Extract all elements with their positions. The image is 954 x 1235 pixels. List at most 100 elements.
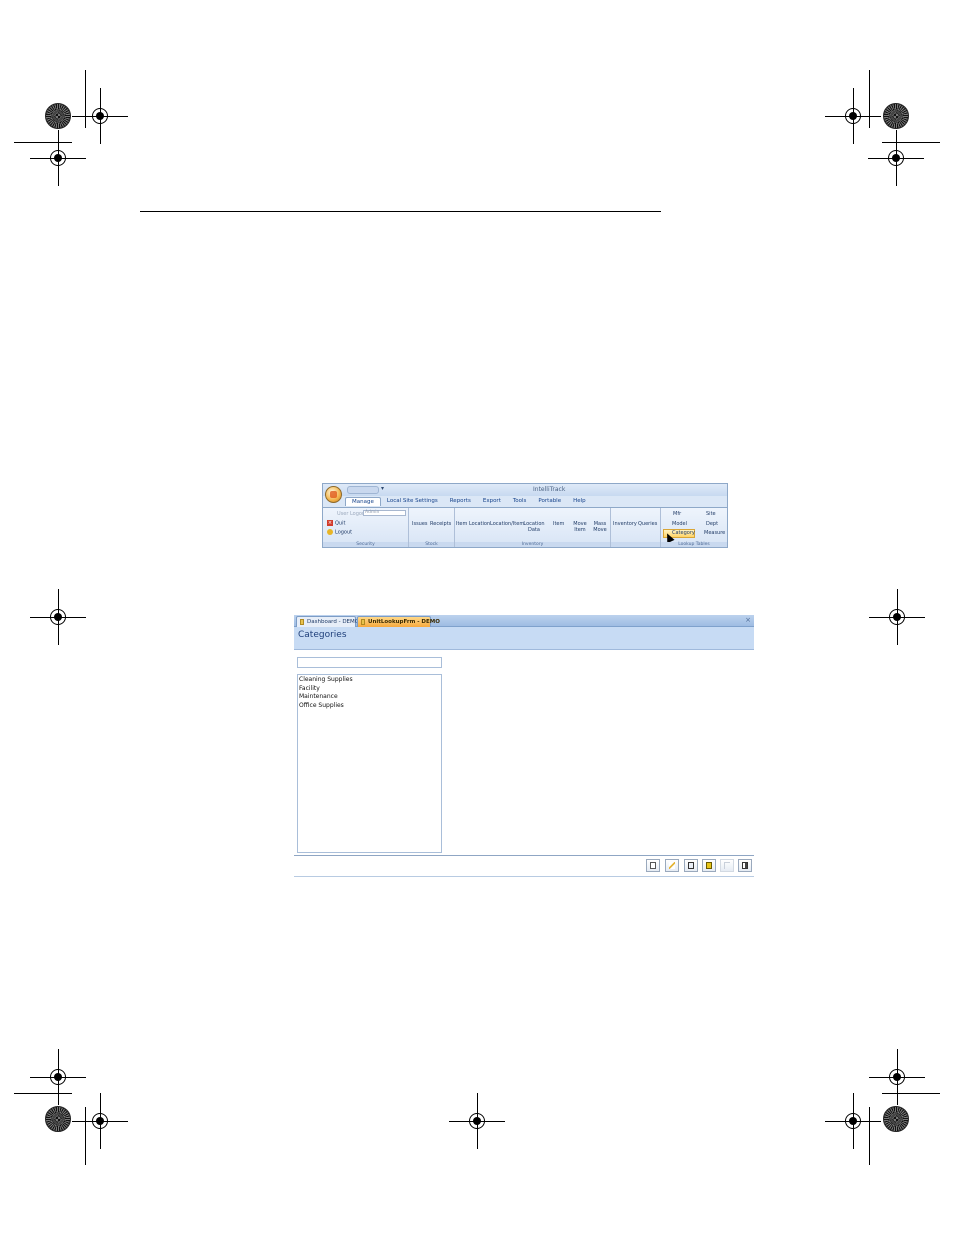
page-title: Categories (298, 630, 347, 640)
category-list[interactable]: Cleaning Supplies Facility Maintenance O… (297, 674, 442, 853)
ribbon-tabs: Manage Local Site Settings Reports Expor… (345, 497, 592, 506)
office-button[interactable] (325, 486, 342, 503)
save-button[interactable] (684, 859, 698, 872)
crop-mark (85, 70, 86, 128)
list-item[interactable]: Facility (299, 685, 440, 694)
list-item[interactable]: Office Supplies (299, 702, 440, 711)
registration-mark (30, 130, 86, 186)
exit-button[interactable] (738, 859, 752, 872)
model-button[interactable]: Model (672, 521, 687, 527)
dept-button[interactable]: Dept (706, 521, 718, 527)
queries-group: Inventory Queries (611, 508, 661, 547)
delete-button[interactable] (702, 859, 716, 872)
crop-mark (85, 1107, 86, 1165)
search-input[interactable] (297, 657, 442, 668)
location-item-button[interactable]: Location/Item (490, 521, 524, 527)
color-bar-mark (45, 103, 71, 129)
tab-label: Dashboard - DEMO (307, 619, 360, 625)
queries-button[interactable]: Queries (638, 521, 657, 527)
quit-button[interactable]: × Quit (327, 520, 345, 527)
group-label-blank (611, 542, 660, 547)
item-location-button[interactable]: Item Location (456, 521, 490, 527)
registration-mark (72, 88, 128, 144)
color-bar-mark (883, 1106, 909, 1132)
tab-manage[interactable]: Manage (345, 497, 381, 506)
form-footer (294, 855, 754, 877)
quit-icon: × (327, 520, 333, 526)
site-button[interactable]: Site (706, 511, 716, 517)
header-rule (140, 211, 661, 212)
color-bar-mark (883, 103, 909, 129)
list-item[interactable]: Maintenance (299, 693, 440, 702)
registration-mark (72, 1093, 128, 1149)
save-icon (688, 862, 694, 869)
app-title: IntelliTrack (533, 486, 566, 493)
logout-button[interactable]: Logout (327, 529, 352, 536)
inventory-button[interactable]: Inventory (613, 521, 637, 527)
registration-mark (825, 1093, 881, 1149)
tab-unitlookupfrm[interactable]: UnitLookupFrm - DEMO (357, 616, 440, 627)
new-record-icon (650, 862, 656, 869)
inventory-group: Item Location Location/Item Location Dat… (455, 508, 611, 547)
categories-window: Dashboard - DEMO UnitLookupFrm - DEMO × … (294, 615, 754, 877)
tab-portable[interactable]: Portable (532, 497, 567, 506)
category-button[interactable]: Category (672, 530, 695, 536)
location-data-button[interactable]: Location Data (523, 521, 545, 533)
move-item-button[interactable]: Move Item (573, 521, 587, 533)
quick-access-toolbar[interactable] (347, 486, 379, 494)
ribbon-titlebar: IntelliTrack ▾ (323, 484, 727, 496)
lookup-tables-group: Mfr Site Model Dept Category Measure Loo… (661, 508, 727, 547)
edit-button[interactable] (665, 859, 679, 872)
form-icon (300, 619, 304, 625)
ribbon-screenshot: IntelliTrack ▾ Manage Local Site Setting… (322, 483, 728, 548)
mass-move-button[interactable]: Mass Move (592, 521, 608, 533)
crop-mark (14, 142, 72, 143)
exit-icon (742, 862, 748, 869)
registration-mark (868, 130, 924, 186)
tab-local-site-settings[interactable]: Local Site Settings (381, 497, 444, 506)
measure-button[interactable]: Measure (704, 530, 725, 536)
crop-mark (869, 70, 870, 128)
user-logon-label: User Logon (337, 511, 366, 517)
security-group: User Logon Admin × Quit Logout Security (323, 508, 409, 547)
registration-mark (30, 1049, 86, 1105)
registration-mark (825, 88, 881, 144)
tab-reports[interactable]: Reports (444, 497, 477, 506)
form-icon (361, 619, 365, 625)
crop-mark (869, 1107, 870, 1165)
delete-icon (706, 862, 712, 869)
list-item[interactable]: Cleaning Supplies (299, 676, 440, 685)
group-label: Lookup Tables (661, 542, 727, 547)
issues-button[interactable]: Issues (412, 521, 428, 527)
crop-mark (14, 1093, 72, 1094)
undo-icon (724, 862, 730, 869)
group-label: Security (323, 542, 408, 547)
registration-mark (449, 1093, 505, 1149)
undo-button[interactable] (720, 859, 734, 872)
new-record-button[interactable] (646, 859, 660, 872)
color-bar-mark (45, 1106, 71, 1132)
tab-label: UnitLookupFrm - DEMO (368, 619, 440, 625)
stock-group: Issues Receipts Stock (409, 508, 455, 547)
item-button[interactable]: Item (553, 521, 564, 527)
tab-help[interactable]: Help (567, 497, 592, 506)
group-label: Stock (409, 542, 454, 547)
crop-mark (882, 1093, 940, 1094)
user-logon-combo[interactable]: Admin (363, 510, 406, 516)
registration-mark (869, 589, 925, 645)
tab-tools[interactable]: Tools (507, 497, 533, 506)
ribbon-body: User Logon Admin × Quit Logout Security I… (323, 507, 727, 547)
form-header: Categories (294, 627, 754, 650)
edit-icon (669, 862, 675, 869)
mfr-button[interactable]: Mfr (673, 511, 681, 517)
document-tabstrip: Dashboard - DEMO UnitLookupFrm - DEMO × (294, 615, 754, 627)
tab-dashboard[interactable]: Dashboard - DEMO (296, 616, 360, 627)
close-icon[interactable]: × (745, 616, 751, 625)
group-label: Inventory (455, 542, 610, 547)
registration-mark (869, 1049, 925, 1105)
receipts-button[interactable]: Receipts (430, 521, 451, 527)
tab-export[interactable]: Export (477, 497, 507, 506)
chevron-down-icon[interactable]: ▾ (381, 485, 384, 492)
crop-mark (882, 142, 940, 143)
lock-icon (327, 529, 333, 535)
